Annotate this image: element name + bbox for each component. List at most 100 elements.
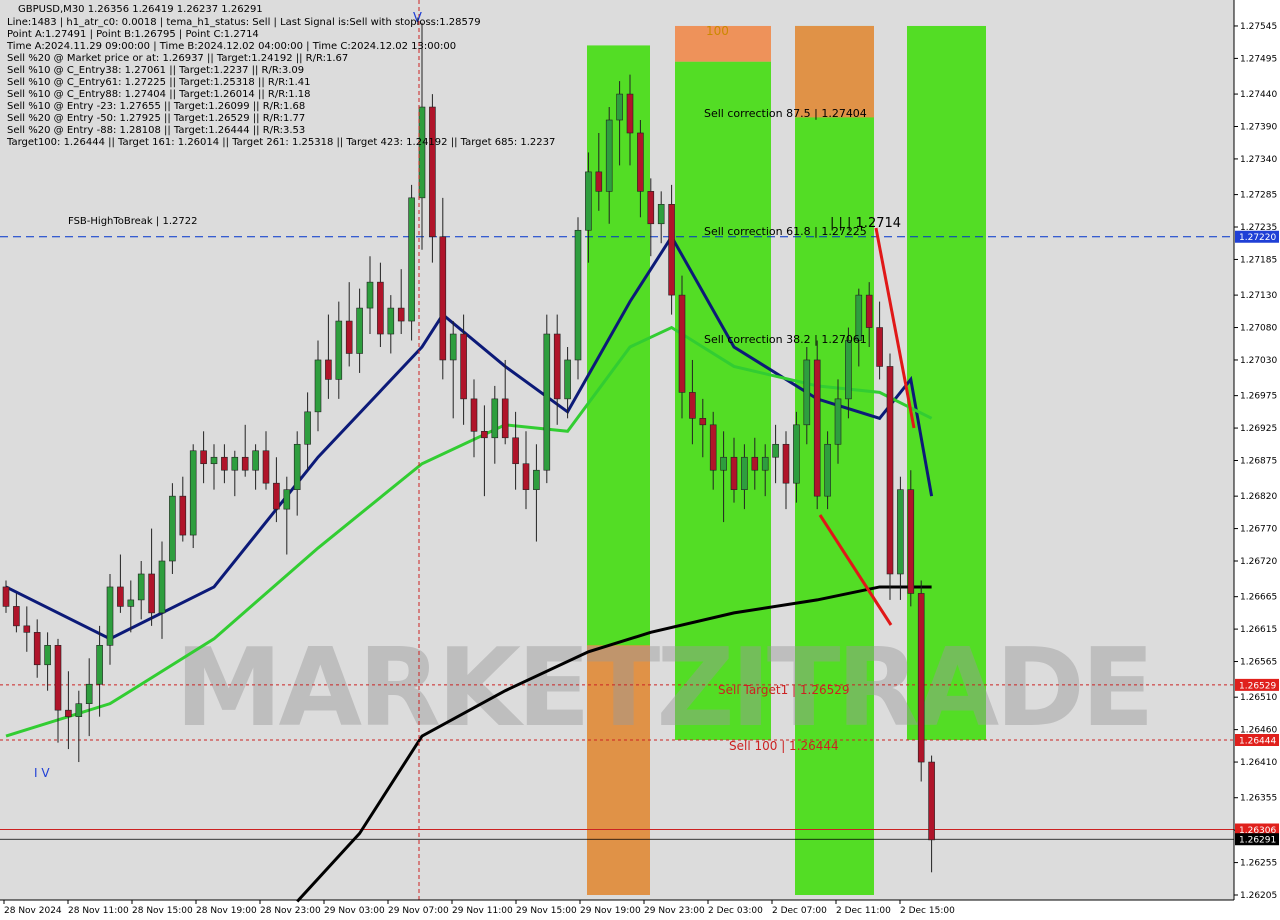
candle-body (761, 456, 769, 471)
wave-label: I V (34, 766, 50, 780)
candle-body (543, 333, 551, 471)
info-line: Sell %20 @ Entry -50: 1.27925 || Target:… (7, 113, 306, 124)
x-tick-label: 29 Nov 07:00 (388, 906, 449, 916)
candle-body (886, 366, 894, 575)
candle-body (345, 320, 353, 354)
candle-body (605, 119, 613, 192)
candle-body (657, 204, 665, 225)
point-c-label: | | | 1.2714 (830, 216, 901, 231)
y-tick-label: 1.26255 (1240, 859, 1277, 869)
candle-body (137, 573, 145, 601)
candle-body (54, 645, 62, 711)
candle-body (647, 191, 655, 225)
x-tick-label: 2 Dec 07:00 (772, 906, 827, 916)
y-tick-label: 1.27340 (1240, 155, 1277, 165)
info-line: Sell %10 @ C_Entry88: 1.27404 || Target:… (7, 89, 311, 100)
candle-body (803, 359, 811, 426)
x-tick-label: 29 Nov 23:00 (644, 906, 705, 916)
candle-body (574, 229, 582, 361)
candle-body (106, 586, 114, 646)
candle-body (678, 294, 686, 393)
candle-body (616, 93, 623, 121)
candle-body (564, 359, 571, 400)
candle-body (325, 359, 332, 380)
y-tick-label: 1.26615 (1240, 625, 1277, 635)
x-tick-label: 28 Nov 11:00 (68, 906, 129, 916)
candle-body (221, 456, 228, 471)
x-tick-label: 28 Nov 2024 (4, 906, 62, 916)
candle-body (512, 437, 519, 465)
fsb-label: FSB-HighToBreak | 1.2722 (68, 216, 197, 227)
y-tick-label: 1.26925 (1240, 424, 1277, 434)
info-line: Sell %10 @ C_Entry61: 1.27225 || Target:… (7, 77, 311, 88)
candle-body (907, 489, 915, 594)
candle-body (720, 456, 727, 471)
candle-body (283, 489, 291, 510)
candle-body (595, 171, 603, 192)
price-box-label: 1.27220 (1239, 233, 1276, 243)
candle-body (231, 456, 239, 471)
candle-body (262, 450, 270, 484)
candle-body (335, 320, 343, 380)
y-tick-label: 1.27185 (1240, 255, 1277, 265)
candle-body (252, 450, 259, 471)
info-line: Sell %10 @ C_Entry38: 1.27061 || Target:… (7, 65, 305, 76)
y-tick-label: 1.26975 (1240, 392, 1277, 402)
candle-body (553, 333, 561, 400)
chart-window: MARKETZITRADE V FSB-HighToBreak | 1.2722… (0, 0, 1280, 920)
candle-body (366, 281, 374, 309)
y-tick-label: 1.27130 (1240, 291, 1277, 301)
sell-100-label: Sell 100 | 1.26444 (729, 739, 839, 753)
candle-body (865, 294, 873, 328)
candle-body (210, 456, 218, 465)
candle-body (117, 586, 124, 607)
candle-body (751, 456, 759, 471)
y-tick-label: 1.27545 (1240, 22, 1277, 32)
sell-correction-875-label: Sell correction 87.5 | 1.27404 (704, 107, 867, 120)
x-tick-label: 29 Nov 03:00 (324, 906, 385, 916)
x-axis: 28 Nov 2024 28 Nov 11:00 28 Nov 15:00 28 No… (3, 900, 955, 916)
candle-body (23, 625, 31, 633)
candle-body (772, 443, 779, 458)
candle-body (917, 593, 925, 763)
candle-body (460, 333, 467, 400)
candle-body (585, 171, 592, 231)
x-tick-label: 2 Dec 03:00 (708, 906, 763, 916)
candle-body (876, 327, 883, 367)
price-box-label: 1.26529 (1239, 681, 1276, 691)
candle-body (481, 431, 488, 439)
x-tick-label: 29 Nov 15:00 (516, 906, 577, 916)
y-tick-label: 1.26820 (1240, 492, 1277, 502)
symbol-line: GBPUSD,M30 1.26356 1.26419 1.26237 1.262… (18, 4, 263, 15)
candle-body (418, 106, 426, 199)
orange-zone (795, 25, 874, 118)
candle-body (127, 599, 135, 607)
x-tick-label: 29 Nov 19:00 (580, 906, 641, 916)
y-tick-label: 1.26665 (1240, 593, 1277, 603)
y-tick-label: 1.26720 (1240, 557, 1277, 567)
candle-body (44, 645, 51, 666)
x-tick-label: 28 Nov 15:00 (132, 906, 193, 916)
candle-body (533, 469, 540, 490)
candle-body (813, 359, 821, 497)
candle-body (439, 236, 447, 361)
candle-body (522, 463, 530, 490)
candle-body (709, 424, 717, 471)
level-100-label: 100 (706, 24, 729, 38)
info-line: Sell %20 @ Entry -88: 1.28108 || Target:… (7, 125, 306, 136)
y-axis: 1.27545 1.27495 1.27440 1.27390 1.27340 1.272… (1234, 22, 1277, 901)
candle-body (158, 560, 166, 614)
candle-body (304, 411, 311, 445)
info-line: Line:1483 | h1_atr_c0: 0.0018 | tema_h1_… (7, 17, 481, 28)
candle-body (782, 443, 790, 484)
candle-body (834, 398, 842, 445)
candle-body (356, 307, 363, 354)
candle-body (824, 443, 831, 497)
price-box-label: 1.26291 (1239, 836, 1276, 846)
candle-body (387, 307, 395, 335)
candle-body (668, 204, 675, 296)
candle-body (65, 709, 72, 717)
candle-body (189, 450, 197, 536)
info-line: Point A:1.27491 | Point B:1.26795 | Poin… (7, 29, 259, 40)
candle-body (741, 456, 748, 490)
